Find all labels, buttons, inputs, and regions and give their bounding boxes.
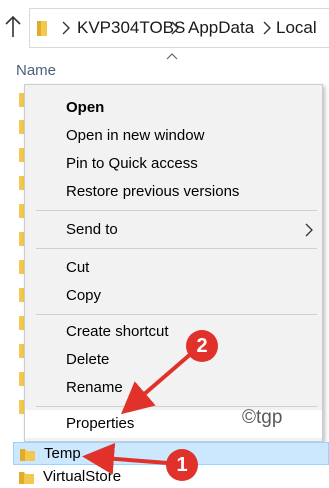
breadcrumb-item-local[interactable]: Local xyxy=(276,18,317,38)
menu-item-open-in-new-window[interactable]: Open in new window xyxy=(25,122,322,150)
annotation-badge-1: 1 xyxy=(166,449,198,481)
folder-icon xyxy=(37,21,47,36)
menu-divider xyxy=(36,314,317,315)
menu-item-pin-to-quick-access[interactable]: Pin to Quick access xyxy=(25,150,322,178)
menu-item-copy[interactable]: Copy xyxy=(25,282,322,310)
menu-item-cut[interactable]: Cut xyxy=(25,254,322,282)
annotation-badge-2: 2 xyxy=(186,330,218,362)
chevron-right-icon[interactable] xyxy=(262,19,272,37)
breadcrumb[interactable]: KVP304TOBS AppData Local xyxy=(29,8,329,48)
menu-item-open[interactable]: Open xyxy=(25,94,322,122)
menu-divider xyxy=(36,248,317,249)
menu-item-label: Open xyxy=(66,99,105,116)
menu-item-label: Send to xyxy=(66,221,118,238)
list-item-label: Temp xyxy=(44,445,81,462)
menu-item-label: Create shortcut xyxy=(66,323,169,340)
folder-icon xyxy=(20,449,35,461)
menu-item-rename[interactable]: Rename xyxy=(25,374,322,402)
menu-item-label: Open in new window xyxy=(66,127,205,144)
menu-item-label: Rename xyxy=(66,379,123,396)
menu-item-create-shortcut[interactable]: Create shortcut xyxy=(25,318,322,346)
menu-item-delete[interactable]: Delete xyxy=(25,346,322,374)
context-menu: Open Open in new window Pin to Quick acc… xyxy=(24,84,323,442)
folder-icon xyxy=(19,472,34,484)
address-bar: KVP304TOBS AppData Local xyxy=(0,0,329,56)
menu-divider xyxy=(36,210,317,211)
breadcrumb-item-appdata[interactable]: AppData xyxy=(188,18,254,38)
menu-item-label: Delete xyxy=(66,351,110,368)
menu-item-label: Pin to Quick access xyxy=(66,155,198,172)
menu-item-label: Copy xyxy=(66,287,102,304)
list-item-label: VirtualStore xyxy=(43,468,122,485)
menu-item-send-to[interactable]: Send to xyxy=(25,216,322,244)
up-arrow-icon[interactable] xyxy=(3,14,23,40)
chevron-right-icon[interactable] xyxy=(170,19,180,37)
watermark: ©tgp xyxy=(242,407,283,428)
column-header-name[interactable]: Name xyxy=(16,62,56,80)
chevron-right-icon[interactable] xyxy=(61,19,71,37)
menu-item-restore-previous-versions[interactable]: Restore previous versions xyxy=(25,178,322,206)
sort-ascending-caret-icon xyxy=(166,53,178,60)
menu-item-label: Properties xyxy=(66,415,135,432)
menu-item-label: Cut xyxy=(66,259,90,276)
menu-item-label: Restore previous versions xyxy=(66,183,240,200)
chevron-right-icon xyxy=(305,223,313,237)
